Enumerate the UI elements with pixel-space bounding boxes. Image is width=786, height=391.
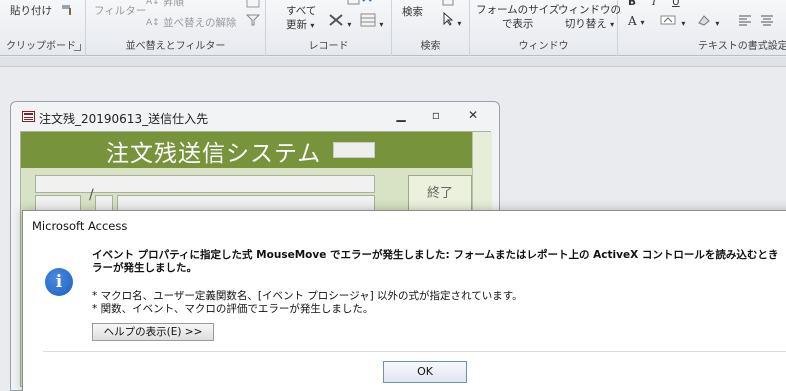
- toggle-filter-icon[interactable]: [246, 0, 260, 12]
- clear-sort-icon: A↕: [146, 18, 160, 28]
- records-group-label: レコード: [308, 41, 349, 52]
- maximize-icon[interactable]: ▫: [421, 106, 451, 124]
- paste-button[interactable]: 貼り付け: [10, 3, 75, 19]
- filter-button[interactable]: フィルター: [94, 3, 146, 18]
- font-color-button[interactable]: A ▾: [628, 14, 645, 28]
- ok-button[interactable]: OK: [383, 361, 467, 383]
- go-to-icon[interactable]: [442, 0, 454, 10]
- bold-icon[interactable]: B: [628, 0, 636, 8]
- ascending-label: 昇順: [163, 0, 185, 8]
- error-dialog: Microsoft Access i イベント プロパティに指定した式 Mous…: [22, 210, 786, 391]
- font-color-dropdown-icon: ▾: [640, 18, 645, 27]
- select-cursor-icon[interactable]: ▾: [442, 11, 461, 29]
- new-record-icon[interactable]: [362, 0, 372, 8]
- minimize-icon[interactable]: ▁: [386, 106, 416, 124]
- sort-filter-group: フィルター A↓ 昇順 A↕ 並べ替えの解除 並べ替えとフィルター: [86, 0, 266, 56]
- dialog-message-line-2: ラーが発生しました。: [92, 262, 197, 274]
- more-records-icon[interactable]: ▾: [360, 13, 383, 30]
- find-group: 検索 ▾ 検索: [392, 0, 470, 56]
- dialog-title: Microsoft Access: [32, 219, 128, 233]
- form-window-title: 注文残_20190613_送信仕入先: [39, 112, 209, 126]
- form-window-icon: [22, 111, 35, 122]
- form-header-title: 注文残送信システム: [106, 141, 322, 167]
- help-button[interactable]: ヘルプの表示(E) >>: [92, 323, 214, 341]
- text-format-group: B I U A ▾ ▾ ▾ テキストの書式設定: [618, 0, 786, 56]
- fit-to-form-label-1: フォームのサイズ: [476, 4, 560, 16]
- window-group: フォームのサイズ で表示 ウィンドウの 切り替え ▾ ウィンドウ: [470, 0, 621, 56]
- fit-to-form-button[interactable]: フォームのサイズ で表示: [476, 3, 559, 31]
- switch-windows-button[interactable]: ウィンドウの 切り替え ▾: [558, 3, 621, 32]
- ascending-button[interactable]: A↓ 昇順: [146, 0, 184, 9]
- form-slash: /: [89, 187, 94, 203]
- italic-icon[interactable]: I: [652, 0, 656, 8]
- form-textbox-top[interactable]: [35, 175, 375, 193]
- clear-sort-label: 並べ替えの解除: [163, 17, 237, 29]
- sort-filter-group-label: 並べ替えとフィルター: [125, 41, 226, 52]
- paste-label: 貼り付け: [10, 5, 52, 17]
- dialog-body: i イベント プロパティに指定した式 MouseMove でエラーが発生しました…: [23, 240, 786, 391]
- align-left-icon[interactable]: [738, 14, 752, 29]
- header-textbox[interactable]: [333, 142, 375, 158]
- highlight-icon[interactable]: ▾: [660, 14, 685, 29]
- align-center-icon[interactable]: [760, 14, 774, 29]
- find-group-label: 検索: [420, 41, 441, 52]
- dialog-message: イベント プロパティに指定した式 MouseMove でエラーが発生しました: …: [92, 249, 786, 275]
- ribbon: 貼り付け クリップボード フィルター A↓ 昇順 A↕ 並べ替えの解除 並べ替え…: [0, 0, 786, 56]
- delete-record-icon[interactable]: ▾: [328, 13, 351, 30]
- filter-funnel-icon[interactable]: [245, 14, 261, 29]
- switch-dropdown-icon: ▾: [610, 20, 615, 29]
- switch-windows-label-2: 切り替え: [564, 18, 607, 30]
- fill-color-icon[interactable]: ▾: [696, 14, 719, 29]
- ribbon-bottom-bar: [0, 57, 786, 67]
- dialog-detail-line-2: * 関数、イベント、マクロの評価でエラーが発生しました。: [92, 303, 374, 315]
- form-header: 注文残送信システム: [21, 132, 472, 168]
- close-icon[interactable]: ✕: [458, 106, 488, 124]
- dialog-separator: [43, 351, 786, 352]
- underline-icon[interactable]: U: [672, 0, 680, 8]
- clipboard-group-label: クリップボード: [6, 41, 76, 52]
- clipboard-group: 貼り付け クリップボード: [0, 0, 86, 56]
- text-format-group-label: テキストの書式設定: [698, 41, 786, 52]
- refresh-dropdown-icon: ▾: [310, 21, 315, 30]
- info-icon: i: [45, 268, 73, 296]
- end-button[interactable]: 終了: [408, 175, 472, 213]
- sort-ascending-icon: A↓: [146, 0, 160, 7]
- font-color-label: A: [628, 14, 637, 28]
- fit-to-form-label-2: で表示: [501, 18, 534, 30]
- refresh-all-button[interactable]: すべて 更新 ▾: [286, 4, 316, 33]
- clear-sort-button[interactable]: A↕ 並べ替えの解除: [146, 15, 237, 30]
- dialog-message-line-1: イベント プロパティに指定した式 MouseMove でエラーが発生しました: …: [92, 249, 779, 261]
- records-group: すべて 更新 ▾ ▾ ▾ レコード: [266, 0, 392, 56]
- switch-windows-label-1: ウィンドウの: [558, 4, 621, 16]
- clipboard-launcher-icon[interactable]: [74, 44, 81, 51]
- save-record-icon[interactable]: [347, 0, 361, 9]
- find-button[interactable]: 検索: [402, 4, 423, 19]
- refresh-all-label-2: 更新: [286, 19, 307, 31]
- refresh-all-label-1: すべて: [286, 5, 317, 17]
- format-painter-icon[interactable]: [61, 4, 75, 19]
- window-group-label: ウィンドウ: [518, 41, 569, 52]
